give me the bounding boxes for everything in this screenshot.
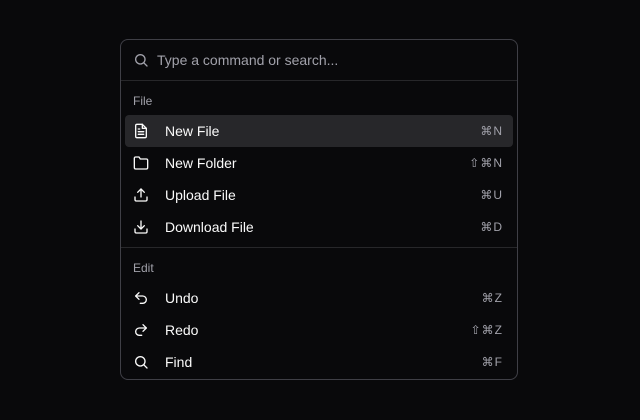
command-label: Download File	[165, 219, 254, 235]
command-label: Upload File	[165, 187, 236, 203]
file-text-icon	[133, 123, 149, 139]
command-upload-file[interactable]: Upload File ⌘U	[125, 179, 513, 211]
redo-icon	[133, 322, 149, 338]
upload-icon	[133, 187, 149, 203]
search-input[interactable]	[157, 50, 505, 70]
group-file: File New File ⌘N New Folder ⇧⌘N Upload F…	[121, 81, 517, 247]
command-palette: File New File ⌘N New Folder ⇧	[120, 39, 518, 380]
command-label: New File	[165, 123, 220, 139]
search-icon	[135, 54, 148, 67]
shortcut-label: ⌘D	[480, 220, 503, 234]
shortcut-label: ⇧⌘N	[469, 156, 503, 170]
search-icon	[133, 354, 149, 370]
command-label: Undo	[165, 290, 199, 306]
shortcut-label: ⌘N	[480, 124, 503, 138]
command-find[interactable]: Find ⌘F	[125, 346, 513, 378]
folder-icon	[133, 155, 149, 171]
undo-icon	[133, 290, 149, 306]
command-new-file[interactable]: New File ⌘N	[125, 115, 513, 147]
command-label: New Folder	[165, 155, 237, 171]
command-label: Redo	[165, 322, 199, 338]
group-heading: Edit	[133, 261, 154, 275]
shortcut-label: ⌘Z	[481, 291, 503, 305]
shortcut-label: ⇧⌘Z	[470, 323, 503, 337]
command-label: Find	[165, 354, 193, 370]
command-new-folder[interactable]: New Folder ⇧⌘N	[125, 147, 513, 179]
download-icon	[133, 219, 149, 235]
group-edit: Edit Undo ⌘Z Redo ⇧⌘Z Find ⌘F	[121, 247, 517, 379]
command-redo[interactable]: Redo ⇧⌘Z	[125, 314, 513, 346]
group-heading: File	[133, 94, 153, 108]
search-row	[121, 40, 517, 81]
shortcut-label: ⌘U	[480, 188, 503, 202]
command-download-file[interactable]: Download File ⌘D	[125, 211, 513, 243]
command-undo[interactable]: Undo ⌘Z	[125, 282, 513, 314]
shortcut-label: ⌘F	[481, 355, 503, 369]
